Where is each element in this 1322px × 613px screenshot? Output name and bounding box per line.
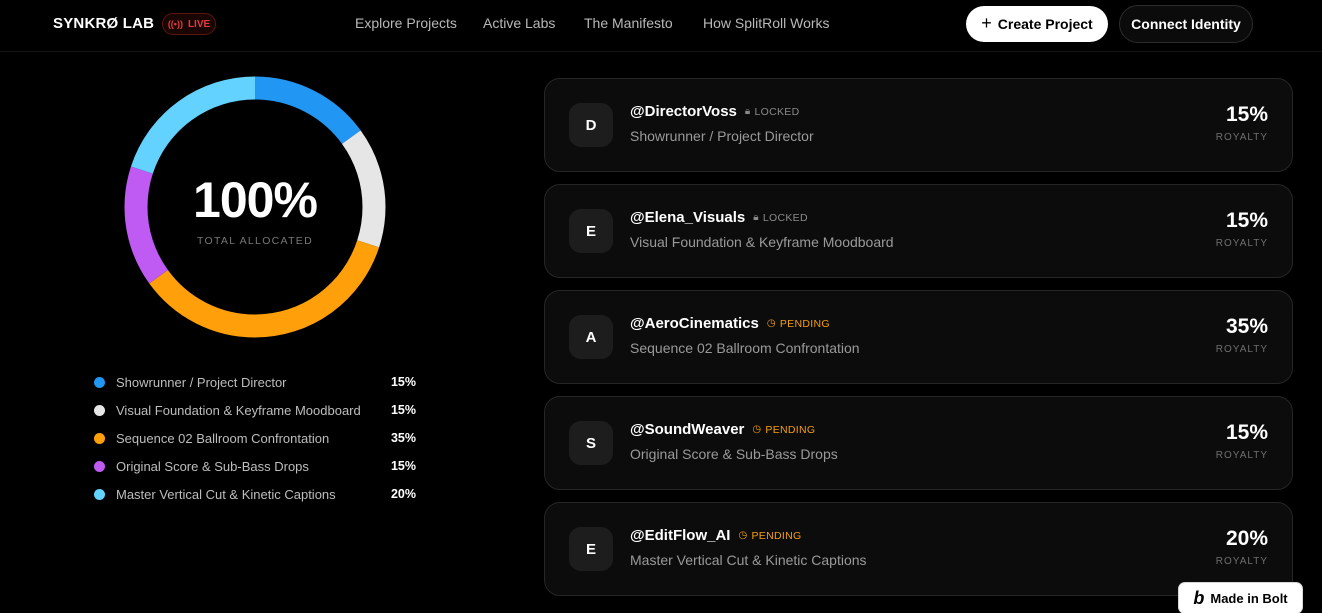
- lock-icon: 🔒︎: [744, 106, 751, 117]
- made-in-bolt-badge[interactable]: b Made in Bolt: [1179, 583, 1302, 613]
- donut-center: 100% TOTAL ALLOCATED: [124, 76, 386, 338]
- status-badge: ◷ PENDING: [752, 424, 815, 436]
- legend-label: Showrunner / Project Director: [116, 374, 287, 390]
- royalty-label: ROYALTY: [1215, 238, 1268, 249]
- contributor-role: Showrunner / Project Director: [630, 128, 814, 144]
- status-label: LOCKED: [754, 105, 800, 118]
- status-badge: ◷ PENDING: [738, 530, 801, 542]
- legend-value: 35%: [390, 431, 416, 445]
- status-badge: 🔒︎ LOCKED: [753, 212, 808, 224]
- royalty-percent: 35%: [1225, 315, 1268, 338]
- lock-icon: 🔒︎: [753, 212, 759, 223]
- total-allocated-label: TOTAL ALLOCATED: [197, 235, 313, 247]
- contributor-name-row: @EditFlow_AI ◷ PENDING: [630, 527, 801, 544]
- nav-explore-projects[interactable]: Explore Projects: [355, 15, 457, 31]
- contributor-card[interactable]: E @EditFlow_AI ◷ PENDING Master Vertical…: [544, 502, 1293, 596]
- bolt-logo-icon: b: [1193, 587, 1205, 608]
- contributor-handle: @AeroCinematics: [630, 315, 759, 332]
- royalty-percent: 20%: [1225, 527, 1268, 550]
- contributor-list: D @DirectorVoss 🔒︎ LOCKED Showrunner / P…: [544, 78, 1293, 608]
- nav-how-splitroll-works[interactable]: How SplitRoll Works: [703, 15, 830, 31]
- status-label: LOCKED: [762, 211, 808, 224]
- brand-logo[interactable]: SYNKRØ LAB: [53, 15, 154, 32]
- royalty-label: ROYALTY: [1215, 132, 1268, 143]
- allocation-legend: Showrunner / Project Director 15% Visual…: [94, 368, 416, 508]
- legend-item: Sequence 02 Ballroom Confrontation 35%: [94, 424, 416, 452]
- royalty-label: ROYALTY: [1215, 450, 1268, 461]
- legend-dot: [94, 376, 105, 388]
- status-label: PENDING: [751, 529, 802, 542]
- royalty-label: ROYALTY: [1215, 556, 1268, 567]
- status-label: PENDING: [765, 423, 816, 436]
- legend-item: Visual Foundation & Keyframe Moodboard 1…: [94, 396, 416, 424]
- legend-label: Sequence 02 Ballroom Confrontation: [116, 430, 330, 446]
- legend-dot: [94, 432, 105, 444]
- clock-icon: ◷: [766, 318, 776, 329]
- contributor-name-row: @DirectorVoss 🔒︎ LOCKED: [630, 103, 800, 120]
- nav-active-labs[interactable]: Active Labs: [483, 15, 555, 31]
- clock-icon: ◷: [738, 530, 748, 541]
- avatar: S: [569, 421, 613, 465]
- legend-value: 15%: [390, 459, 416, 473]
- contributor-name-row: @SoundWeaver ◷ PENDING: [630, 421, 815, 438]
- contributor-card[interactable]: S @SoundWeaver ◷ PENDING Original Score …: [544, 396, 1293, 490]
- contributor-handle: @EditFlow_AI: [630, 527, 731, 544]
- live-badge: ((•)) LIVE: [162, 13, 216, 35]
- top-navbar: SYNKRØ LAB ((•)) LIVE Explore Projects A…: [0, 0, 1322, 52]
- legend-label: Visual Foundation & Keyframe Moodboard: [116, 402, 361, 418]
- legend-item: Showrunner / Project Director 15%: [94, 368, 416, 396]
- contributor-role: Original Score & Sub-Bass Drops: [630, 446, 838, 462]
- contributor-card[interactable]: D @DirectorVoss 🔒︎ LOCKED Showrunner / P…: [544, 78, 1293, 172]
- legend-value: 15%: [390, 403, 416, 417]
- royalty-percent: 15%: [1225, 103, 1268, 126]
- contributor-name-row: @Elena_Visuals 🔒︎ LOCKED: [630, 209, 808, 226]
- broadcast-icon: ((•)): [167, 19, 183, 29]
- contributor-role: Sequence 02 Ballroom Confrontation: [630, 340, 860, 356]
- plus-icon: +: [981, 13, 992, 33]
- contributor-name-row: @AeroCinematics ◷ PENDING: [630, 315, 830, 332]
- royalty-label: ROYALTY: [1215, 344, 1268, 355]
- status-badge: 🔒︎ LOCKED: [745, 106, 800, 118]
- legend-item: Master Vertical Cut & Kinetic Captions 2…: [94, 480, 416, 508]
- clock-icon: ◷: [752, 424, 762, 435]
- contributor-handle: @Elena_Visuals: [630, 209, 746, 226]
- total-allocated-value: 100%: [193, 172, 318, 228]
- contributor-card[interactable]: E @Elena_Visuals 🔒︎ LOCKED Visual Founda…: [544, 184, 1293, 278]
- status-label: PENDING: [779, 317, 830, 330]
- legend-value: 15%: [390, 375, 416, 389]
- nav-the-manifesto[interactable]: The Manifesto: [584, 15, 673, 31]
- legend-dot: [94, 488, 105, 500]
- avatar: E: [569, 209, 613, 253]
- connect-identity-label: Connect Identity: [1131, 16, 1241, 32]
- avatar: A: [569, 315, 613, 359]
- allocation-donut-chart: 100% TOTAL ALLOCATED: [124, 76, 386, 338]
- contributor-handle: @SoundWeaver: [630, 421, 745, 438]
- contributor-role: Master Vertical Cut & Kinetic Captions: [630, 552, 867, 568]
- legend-item: Original Score & Sub-Bass Drops 15%: [94, 452, 416, 480]
- legend-label: Master Vertical Cut & Kinetic Captions: [116, 486, 336, 502]
- live-label: LIVE: [187, 18, 211, 30]
- avatar: D: [569, 103, 613, 147]
- avatar: E: [569, 527, 613, 571]
- legend-dot: [94, 460, 105, 472]
- create-project-button[interactable]: + Create Project: [966, 6, 1108, 42]
- royalty-percent: 15%: [1225, 421, 1268, 444]
- status-badge: ◷ PENDING: [767, 318, 830, 330]
- royalty-percent: 15%: [1225, 209, 1268, 232]
- contributor-card[interactable]: A @AeroCinematics ◷ PENDING Sequence 02 …: [544, 290, 1293, 384]
- legend-label: Original Score & Sub-Bass Drops: [116, 458, 309, 474]
- contributor-handle: @DirectorVoss: [630, 103, 737, 120]
- legend-value: 20%: [390, 487, 416, 501]
- create-project-label: Create Project: [997, 16, 1093, 32]
- made-in-bolt-label: Made in Bolt: [1210, 590, 1288, 606]
- connect-identity-button[interactable]: Connect Identity: [1119, 5, 1253, 43]
- contributor-role: Visual Foundation & Keyframe Moodboard: [630, 234, 894, 250]
- legend-dot: [94, 404, 105, 416]
